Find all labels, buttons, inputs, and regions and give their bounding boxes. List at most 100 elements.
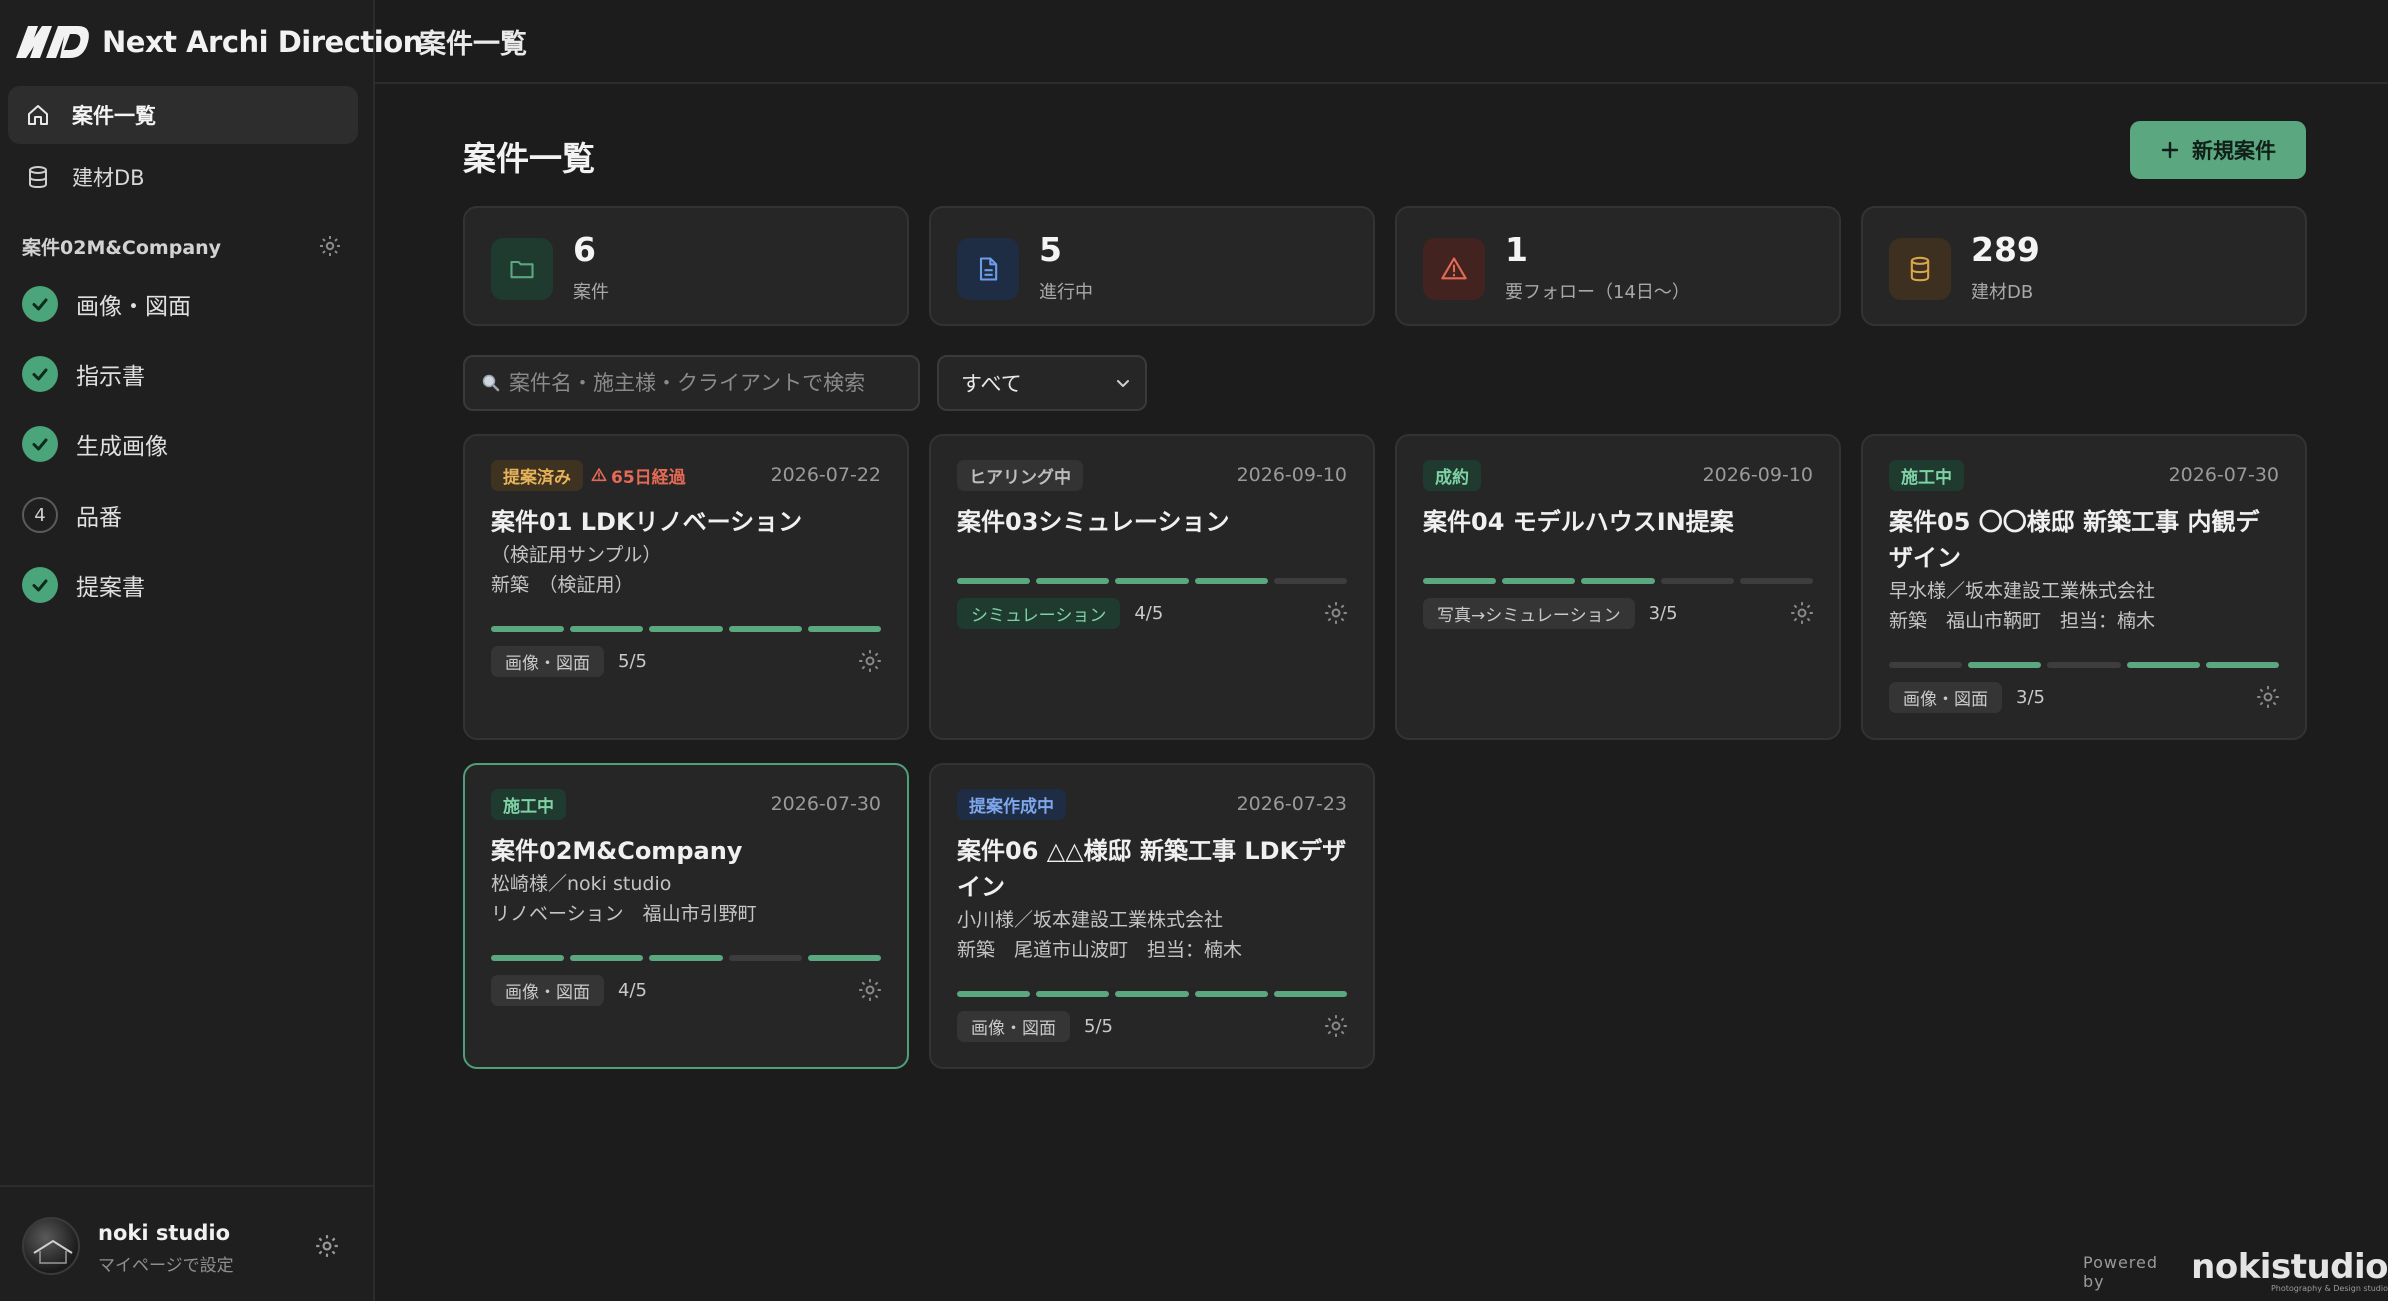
search-input[interactable] — [509, 371, 909, 395]
nav-item-material-db[interactable]: 建材DB — [8, 148, 358, 206]
project-card[interactable]: 施工中 2026-07-30 案件02M&Company 松崎様／noki studi… — [463, 763, 909, 1069]
nav-item-projects[interactable]: 案件一覧 — [8, 86, 358, 144]
step-images[interactable]: 画像・図面 — [22, 284, 191, 324]
card-header: 提案作成中 2026-07-23 — [957, 788, 1347, 820]
brand-name: nokistudio — [2191, 1247, 2388, 1287]
progress-segment — [1115, 991, 1189, 997]
gear-icon[interactable] — [318, 234, 342, 258]
project-detail: 新築 （検証用） — [491, 574, 634, 596]
step-label: 画像・図面 — [76, 294, 191, 320]
current-phase: シミュレーション — [957, 597, 1121, 629]
brand-logo: nokistudio Photography & Design studio — [2191, 1250, 2388, 1293]
gear-icon[interactable] — [1323, 1013, 1349, 1039]
step-label: 生成画像 — [76, 434, 168, 460]
progress-bar — [491, 955, 882, 961]
card-footer: 写真→シミュレーション 3/5 — [1423, 596, 1815, 630]
database-icon — [29, 166, 47, 189]
status-badge: 施工中 — [1889, 459, 1964, 491]
current-phase: 画像・図面 — [957, 1010, 1070, 1042]
stat-card-in-progress: 5 進行中 — [929, 206, 1375, 326]
card-header: 施工中 2026-07-30 — [1889, 459, 2279, 491]
nav-label-material-db: 建材DB — [72, 166, 145, 190]
check-icon — [22, 567, 58, 603]
card-settings-button[interactable] — [1323, 1013, 1349, 1039]
project-date: 2026-07-23 — [1236, 793, 1347, 815]
check-icon — [22, 426, 58, 462]
chevron-down-icon — [1117, 380, 1129, 387]
progress-segment — [1502, 578, 1576, 584]
progress-segment — [1036, 991, 1110, 997]
status-badge: 成約 — [1423, 459, 1481, 491]
card-footer: 画像・図面 5/5 — [957, 1009, 1349, 1043]
project-date: 2026-09-10 — [1236, 464, 1347, 486]
project-card[interactable]: ヒアリング中 2026-09-10 案件03シミュレーション シミュレーション 4/5 — [929, 434, 1375, 740]
project-date: 2026-09-10 — [1702, 464, 1813, 486]
progress-segment — [570, 955, 644, 961]
progress-bar — [957, 578, 1348, 584]
phase-count: 3/5 — [2016, 686, 2045, 708]
progress-segment — [957, 578, 1031, 584]
user-profile[interactable]: noki studio マイページで設定 — [0, 1185, 373, 1301]
app-logo[interactable]: Next Archi Direction — [16, 22, 423, 62]
current-phase: 画像・図面 — [491, 974, 604, 1006]
step-generated-images[interactable]: 生成画像 — [22, 424, 168, 464]
stat-value: 289 — [1971, 230, 2040, 269]
gear-icon[interactable] — [1789, 600, 1815, 626]
top-bar: 案件一覧 — [375, 0, 2388, 84]
step-label: 品番 — [76, 505, 122, 531]
stat-label: 要フォロー（14日〜） — [1505, 282, 1690, 303]
card-settings-button[interactable] — [2255, 684, 2281, 710]
home-icon — [28, 105, 48, 125]
project-card[interactable]: 提案作成中 2026-07-23 案件06 △△様邸 新築工事 LDKデザイン 小川様… — [929, 763, 1375, 1069]
gear-icon[interactable] — [314, 1233, 340, 1259]
new-project-button[interactable]: 新規案件 — [2130, 121, 2306, 179]
gear-icon[interactable] — [1323, 600, 1349, 626]
progress-segment — [807, 955, 882, 961]
status-badge: 施工中 — [491, 788, 566, 820]
check-icon — [22, 286, 58, 322]
project-date: 2026-07-30 — [770, 793, 881, 815]
search-box[interactable] — [463, 355, 920, 411]
progress-segment — [1889, 662, 1963, 668]
progress-segment — [1739, 578, 1814, 584]
card-header: 施工中 2026-07-30 — [491, 788, 881, 820]
check-icon — [22, 356, 58, 392]
avatar[interactable] — [22, 1217, 80, 1275]
status-badge: ヒアリング中 — [957, 459, 1083, 491]
gear-icon[interactable] — [857, 977, 883, 1003]
card-footer: 画像・図面 4/5 — [491, 973, 883, 1007]
warning-icon — [591, 468, 607, 482]
step-number: 4 — [22, 497, 58, 533]
step-proposal[interactable]: 提案書 — [22, 565, 145, 605]
step-product-numbers[interactable]: 4 品番 — [22, 495, 122, 535]
progress-segment — [1036, 578, 1110, 584]
status-badge: 提案済み — [491, 459, 583, 491]
progress-segment — [1423, 578, 1497, 584]
progress-segment — [2205, 662, 2280, 668]
stat-value: 1 — [1505, 230, 1528, 269]
card-settings-button[interactable] — [1789, 600, 1815, 626]
folder-icon — [510, 260, 534, 279]
nav-label-projects: 案件一覧 — [72, 104, 156, 128]
project-card[interactable]: 成約 2026-09-10 案件04 モデルハウスIN提案 写真→シミュレーション 3/… — [1395, 434, 1841, 740]
gear-icon[interactable] — [857, 648, 883, 674]
current-project-name: 案件02M&Company — [22, 236, 222, 259]
phase-count: 4/5 — [1134, 602, 1164, 624]
project-detail: 新築 福山市鞆町 担当：楠木 — [1889, 610, 2156, 632]
status-filter-select[interactable]: すべて — [937, 355, 1147, 411]
project-detail: 松崎様／noki studio — [491, 873, 672, 895]
progress-segment — [1194, 991, 1268, 997]
warning-icon — [1441, 257, 1467, 280]
progress-bar — [491, 626, 882, 632]
card-settings-button[interactable] — [1323, 600, 1349, 626]
project-card[interactable]: 提案済み 65日経過 2026-07-22 案件01 LDKリノベーション （検証用サン… — [463, 434, 909, 740]
stat-value: 6 — [573, 230, 596, 269]
card-settings-button[interactable] — [857, 648, 883, 674]
current-phase: 画像・図面 — [491, 645, 604, 677]
step-instructions[interactable]: 指示書 — [22, 354, 145, 394]
project-card[interactable]: 施工中 2026-07-30 案件05 〇〇様邸 新築工事 内観デザイン 早水様／坂本… — [1861, 434, 2307, 740]
powered-by-label: Powered by — [2083, 1252, 2159, 1291]
gear-icon[interactable] — [2255, 684, 2281, 710]
card-settings-button[interactable] — [857, 977, 883, 1003]
stat-icon-bg — [491, 238, 553, 300]
